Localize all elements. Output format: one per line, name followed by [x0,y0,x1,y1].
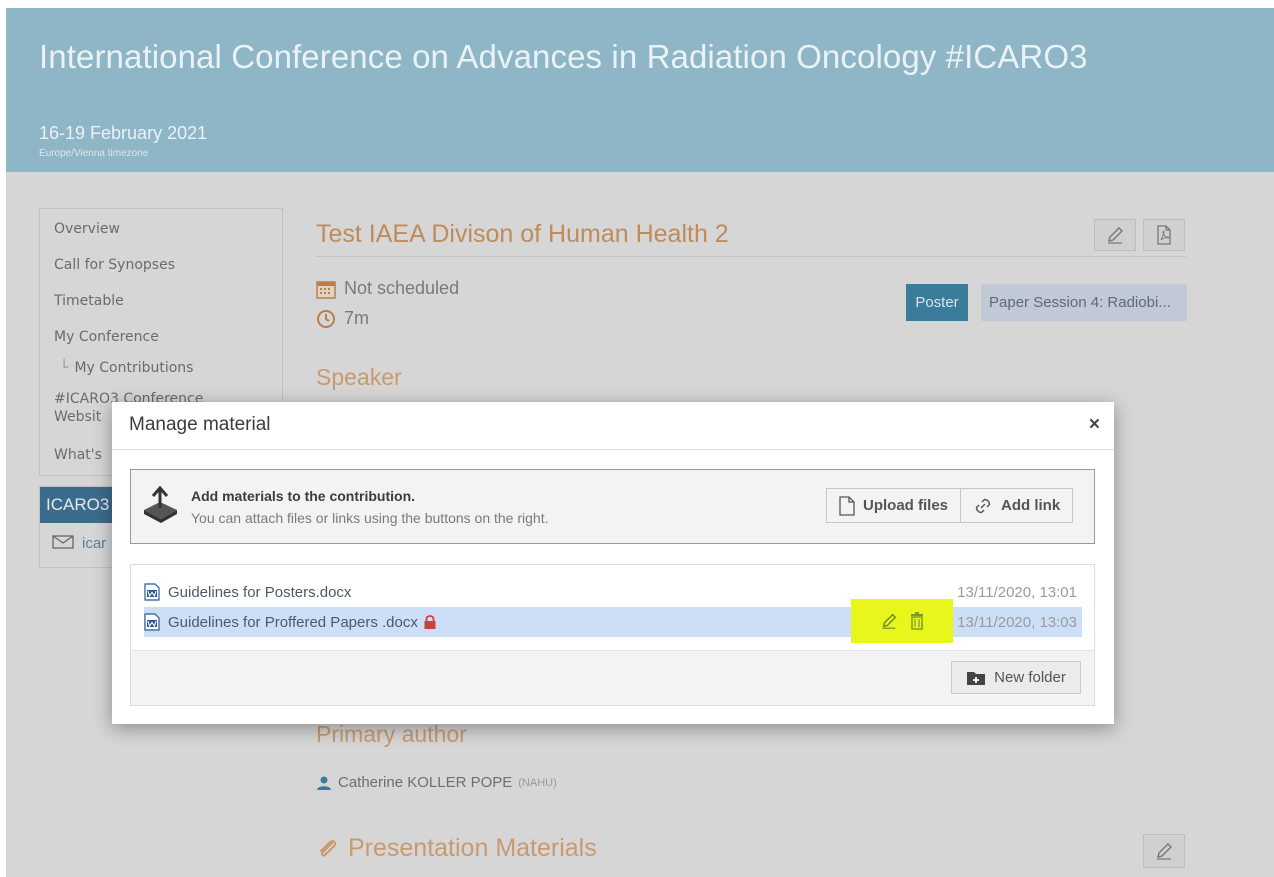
folder-add-icon [967,671,986,685]
file-icon [839,495,855,516]
presentation-materials-title: Presentation Materials [348,834,597,862]
schedule-line: Not scheduled [316,278,459,299]
duration-line: 7m [316,308,369,329]
file-date: 13/11/2020, 13:03 [957,613,1077,631]
export-pdf-button[interactable] [1143,219,1185,251]
link-icon [975,498,991,513]
clock-icon [317,309,335,328]
dialog-title: Manage material [129,414,271,435]
tree-branch-glyph: └ [60,360,69,376]
contribution-type-tag[interactable]: Poster [906,284,968,321]
mail-icon [52,535,74,549]
close-icon[interactable]: × [1089,414,1100,436]
sidebar-item-whats-new[interactable]: What's [54,447,102,463]
new-folder-button[interactable]: New folder [951,661,1081,694]
word-doc-icon [144,613,160,631]
upload-files-label: Upload files [863,497,949,514]
conference-timezone: Europe/Vienna timezone [39,148,149,159]
presentation-materials-heading: Presentation Materials [316,834,597,863]
author-name: Catherine KOLLER POPE [338,774,513,791]
edit-materials-button[interactable] [1143,834,1185,868]
new-folder-label: New folder [994,669,1066,686]
user-icon [317,776,331,790]
lock-icon [424,615,436,629]
upload-icon [144,485,177,523]
manage-material-dialog: Manage material × Add materials to the c… [112,402,1114,724]
material-file-list: Guidelines for Posters.docx 13/11/2020, … [130,564,1095,706]
contribution-title: Test IAEA Divison of Human Health 2 [316,220,729,248]
dialog-header-divider [112,449,1114,450]
file-list-footer [131,650,1094,705]
session-tag[interactable]: Paper Session 4: Radiobi... [981,284,1187,321]
title-divider [316,256,1186,257]
sidebar-item-timetable[interactable]: Timetable [54,293,124,309]
conference-title[interactable]: International Conference on Advances in … [39,38,1088,76]
schedule-status: Not scheduled [344,278,460,298]
contact-email-link[interactable]: icar [52,535,106,552]
sidebar-item-label: My Contributions [74,360,194,376]
speaker-heading: Speaker [316,364,402,390]
add-materials-title: Add materials to the contribution. [191,488,416,504]
pencil-icon [1108,227,1123,244]
author-affiliation: (NAHU) [518,776,557,789]
add-link-button[interactable]: Add link [961,488,1074,523]
edit-contribution-button[interactable] [1094,219,1136,251]
word-doc-icon [144,583,160,601]
sidebar-item-website[interactable]: Websit [54,409,101,425]
file-name[interactable]: Guidelines for Proffered Papers .docx [168,614,437,631]
sidebar-item-my-contributions[interactable]: └ My Contributions [60,360,193,376]
row-actions-highlight [851,599,953,643]
duration-value: 7m [344,308,370,328]
add-materials-description: You can attach files or links using the … [191,510,549,526]
contact-box-title: ICARO3 [46,495,110,514]
paperclip-icon [320,839,337,857]
sidebar-item-my-conference[interactable]: My Conference [54,329,159,345]
pencil-icon[interactable] [880,612,898,630]
sidebar-item-call-for-synopses[interactable]: Call for Synopses [54,257,175,273]
pencil-icon [1157,843,1172,860]
add-materials-actions: Upload files Add link [826,488,1074,523]
contact-email-text: icar [82,535,107,552]
sidebar-item-overview[interactable]: Overview [54,221,120,237]
add-materials-panel: Add materials to the contribution. You c… [130,469,1095,544]
calendar-icon [316,280,336,299]
trash-icon[interactable] [910,612,924,630]
primary-author[interactable]: Catherine KOLLER POPE (NAHU) [316,774,557,791]
file-row-selected[interactable]: Guidelines for Proffered Papers .docx 13… [144,599,1082,643]
conference-dates: 16-19 February 2021 [39,123,208,143]
conference-header: International Conference on Advances in … [6,8,1274,172]
pdf-icon [1157,225,1171,245]
primary-author-heading: Primary author [316,721,467,747]
file-date: 13/11/2020, 13:01 [957,583,1077,601]
upload-files-button[interactable]: Upload files [826,488,962,523]
file-name[interactable]: Guidelines for Posters.docx [168,584,351,601]
add-link-label: Add link [1001,497,1061,514]
